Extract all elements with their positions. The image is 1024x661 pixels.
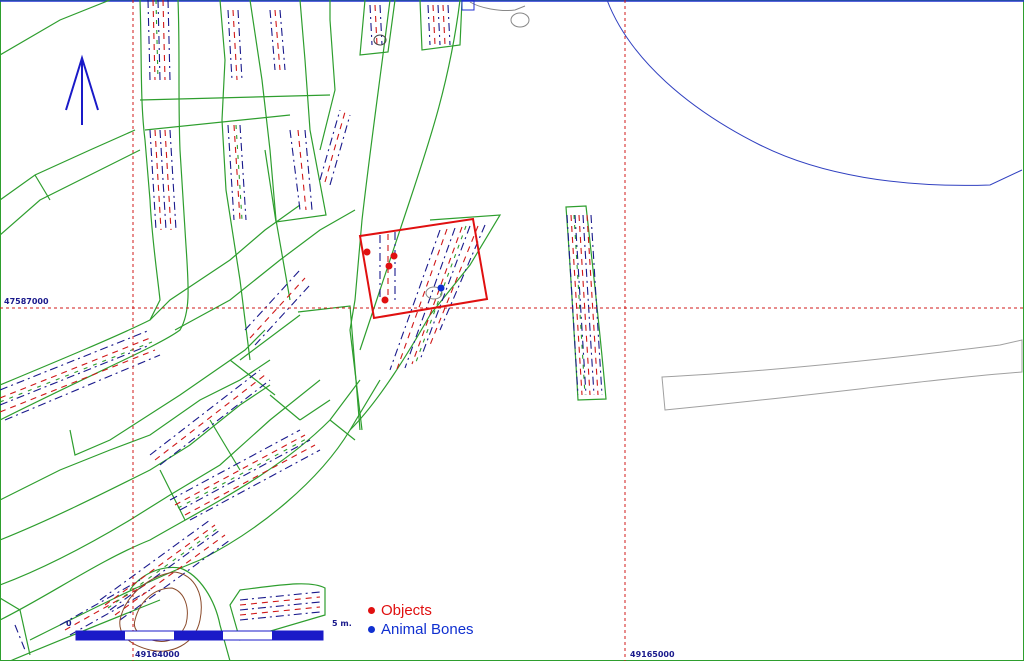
object-marker xyxy=(381,296,389,304)
scale-bar xyxy=(75,630,324,641)
legend-label: Animal Bones xyxy=(381,621,474,638)
scale-start-label: 0 xyxy=(66,619,72,628)
object-marker xyxy=(385,262,393,270)
legend-item-animal-bones: Animal Bones xyxy=(368,621,474,638)
easting-label-right: 49165000 xyxy=(630,650,675,659)
northing-label: 47587000 xyxy=(4,297,49,306)
animal-bone-dot-icon xyxy=(368,626,375,633)
animal-bone-marker xyxy=(437,284,445,292)
easting-label-left: 49164000 xyxy=(135,650,180,659)
object-marker xyxy=(390,252,398,260)
object-dot-icon xyxy=(368,607,375,614)
object-marker xyxy=(363,248,371,256)
site-plan-map xyxy=(0,0,1024,661)
legend-item-objects: Objects xyxy=(368,602,432,619)
scale-end-label: 5 m. xyxy=(332,619,352,628)
legend-label: Objects xyxy=(381,602,432,619)
